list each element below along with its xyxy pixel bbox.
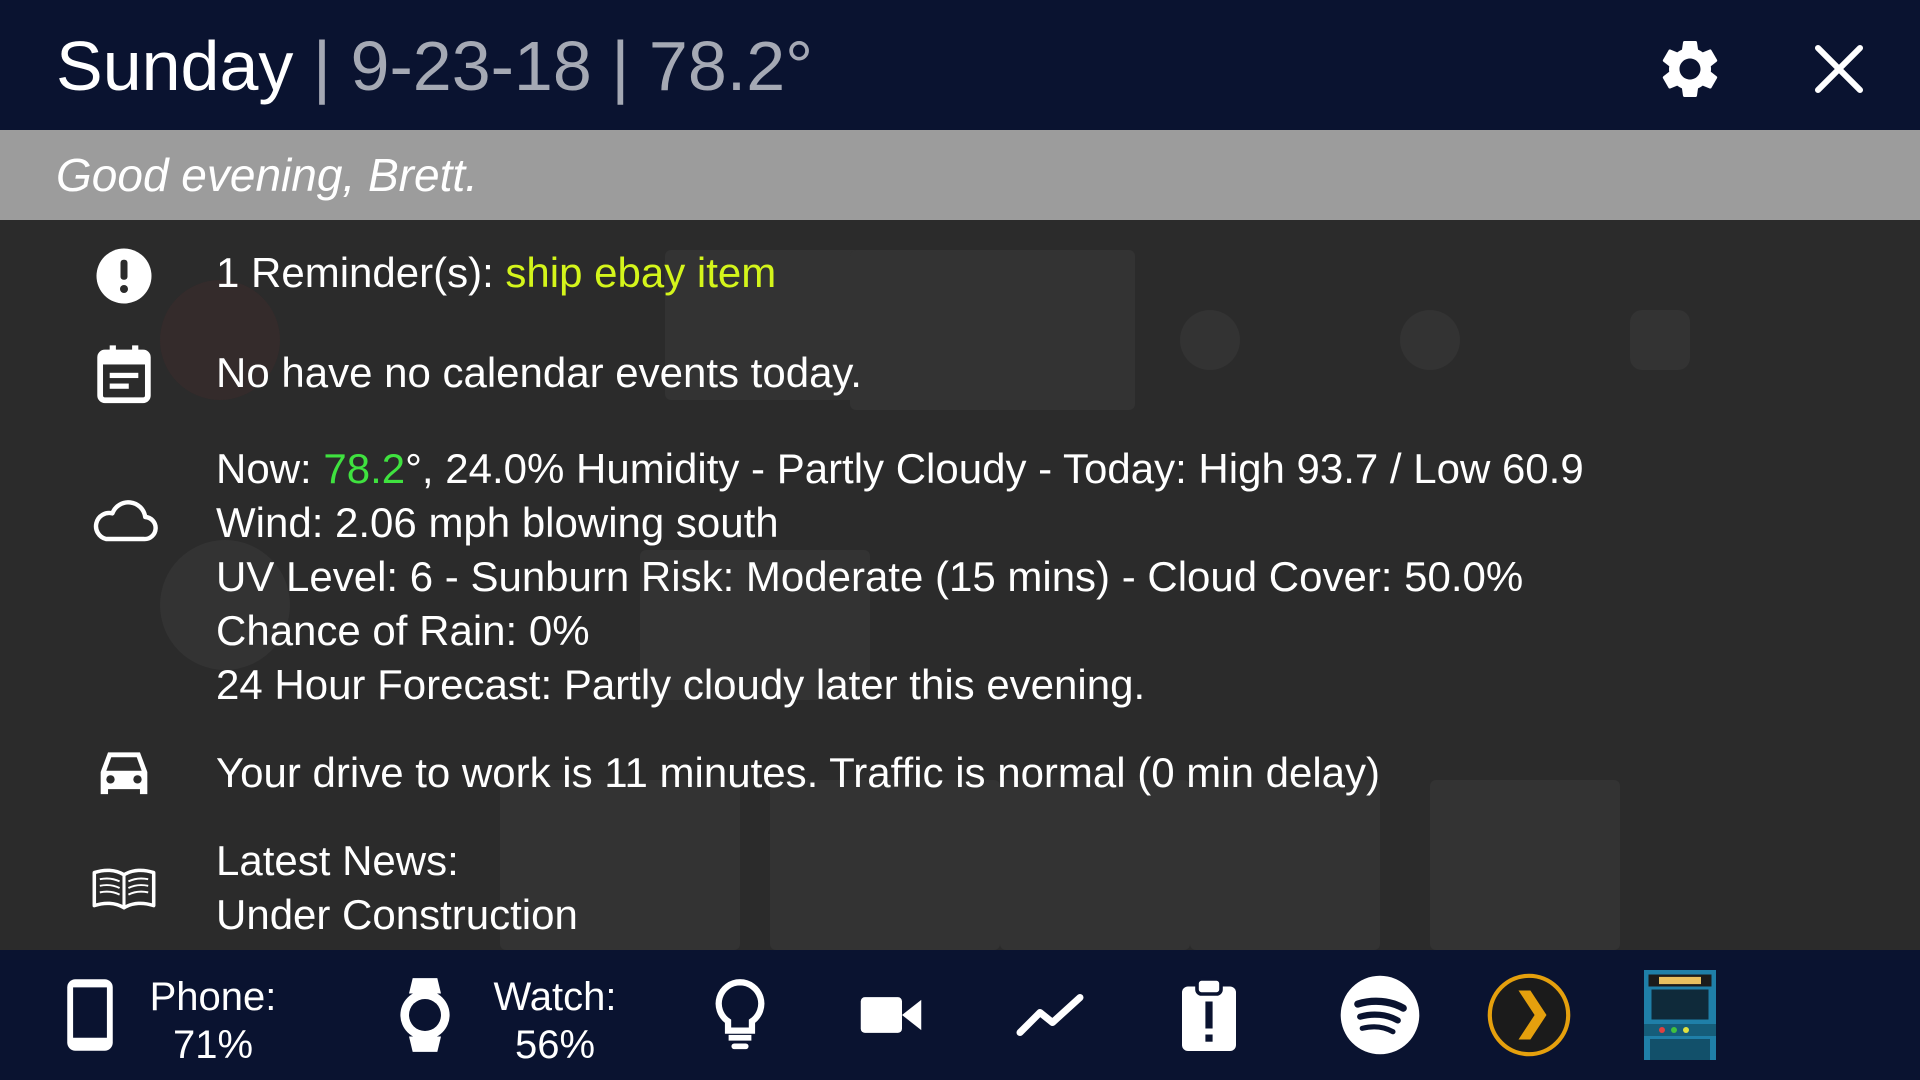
weather-now-temp: 78.2 bbox=[323, 445, 406, 492]
alert-circle-icon bbox=[86, 238, 162, 314]
cloud-icon bbox=[86, 482, 162, 558]
close-button[interactable] bbox=[1800, 30, 1878, 108]
weather-now-label: Now: bbox=[216, 445, 324, 492]
plex-icon bbox=[1487, 973, 1571, 1057]
weather-rain-line: Chance of Rain: 0% bbox=[216, 607, 590, 654]
camera-button[interactable] bbox=[856, 970, 926, 1060]
weather-forecast-line: 24 Hour Forecast: Partly cloudy later th… bbox=[216, 661, 1146, 708]
weather-wind-line: Wind: 2.06 mph blowing south bbox=[216, 499, 779, 546]
arcade-browser-icon bbox=[1644, 970, 1716, 1060]
book-icon bbox=[86, 850, 162, 926]
lightbulb-icon bbox=[715, 979, 765, 1050]
gear-icon bbox=[1662, 40, 1718, 97]
date-label: 9-23-18 bbox=[350, 27, 592, 105]
news-title: Latest News: bbox=[216, 837, 459, 884]
header-separator: | bbox=[312, 27, 332, 105]
news-body: Under Construction bbox=[216, 891, 578, 938]
weather-uv-line: UV Level: 6 - Sunburn Risk: Moderate (15… bbox=[216, 553, 1524, 600]
reminder-item[interactable]: ship ebay item bbox=[505, 249, 776, 296]
calendar-icon bbox=[86, 336, 162, 412]
phone-battery-label: Phone: bbox=[149, 975, 277, 1019]
reminder-row: 1 Reminder(s): ship ebay item bbox=[0, 236, 1920, 316]
watch-battery-value: 56% bbox=[514, 1023, 596, 1067]
weather-row: Now: 78.2°, 24.0% Humidity - Partly Clou… bbox=[0, 442, 1920, 712]
plex-button[interactable] bbox=[1486, 970, 1572, 1060]
stats-button[interactable] bbox=[1012, 970, 1088, 1060]
spotify-icon bbox=[1340, 975, 1420, 1055]
car-icon bbox=[86, 734, 162, 810]
header-title: Sunday | 9-23-18 | 78.2° bbox=[56, 26, 813, 106]
spotify-button[interactable] bbox=[1338, 970, 1422, 1060]
phone-icon bbox=[67, 979, 113, 1051]
reminder-prefix: 1 Reminder(s): bbox=[216, 249, 506, 296]
lights-button[interactable] bbox=[710, 970, 770, 1060]
trend-icon bbox=[1016, 994, 1084, 1036]
arcade-browser-button[interactable] bbox=[1630, 970, 1730, 1060]
settings-button[interactable] bbox=[1651, 30, 1729, 108]
calendar-row: No have no calendar events today. bbox=[0, 334, 1920, 414]
traffic-row: Your drive to work is 11 minutes. Traffi… bbox=[0, 734, 1920, 814]
video-camera-icon bbox=[860, 997, 922, 1033]
header-separator: | bbox=[611, 27, 630, 105]
news-row: Latest News: Under Construction bbox=[0, 834, 1920, 946]
clipboard-alert-icon bbox=[1182, 977, 1236, 1051]
watch-battery-label: Watch: bbox=[493, 975, 617, 1019]
phone-status-button[interactable] bbox=[60, 970, 120, 1060]
weather-now-line: Now: 78.2°, 24.0% Humidity - Partly Clou… bbox=[216, 442, 1584, 496]
alerts-button[interactable] bbox=[1176, 970, 1242, 1060]
greeting-bar: Good evening, Brett. bbox=[0, 130, 1920, 220]
top-bar: Sunday | 9-23-18 | 78.2° bbox=[0, 0, 1920, 130]
traffic-text: Your drive to work is 11 minutes. Traffi… bbox=[216, 749, 1381, 796]
phone-battery-value: 71% bbox=[172, 1023, 254, 1067]
temperature-label: 78.2° bbox=[648, 27, 814, 105]
weather-now-details: °, 24.0% Humidity - Partly Cloudy - Toda… bbox=[405, 445, 1584, 492]
watch-icon bbox=[400, 978, 450, 1052]
calendar-text: No have no calendar events today. bbox=[216, 349, 862, 396]
bottom-bar: Phone: 71% Watch: 56% bbox=[0, 950, 1920, 1080]
greeting-text: Good evening, Brett. bbox=[56, 149, 478, 201]
day-label: Sunday bbox=[56, 27, 294, 105]
close-icon bbox=[1814, 44, 1864, 94]
watch-status-button[interactable] bbox=[392, 970, 458, 1060]
reminder-text: 1 Reminder(s): ship ebay item bbox=[216, 246, 776, 300]
